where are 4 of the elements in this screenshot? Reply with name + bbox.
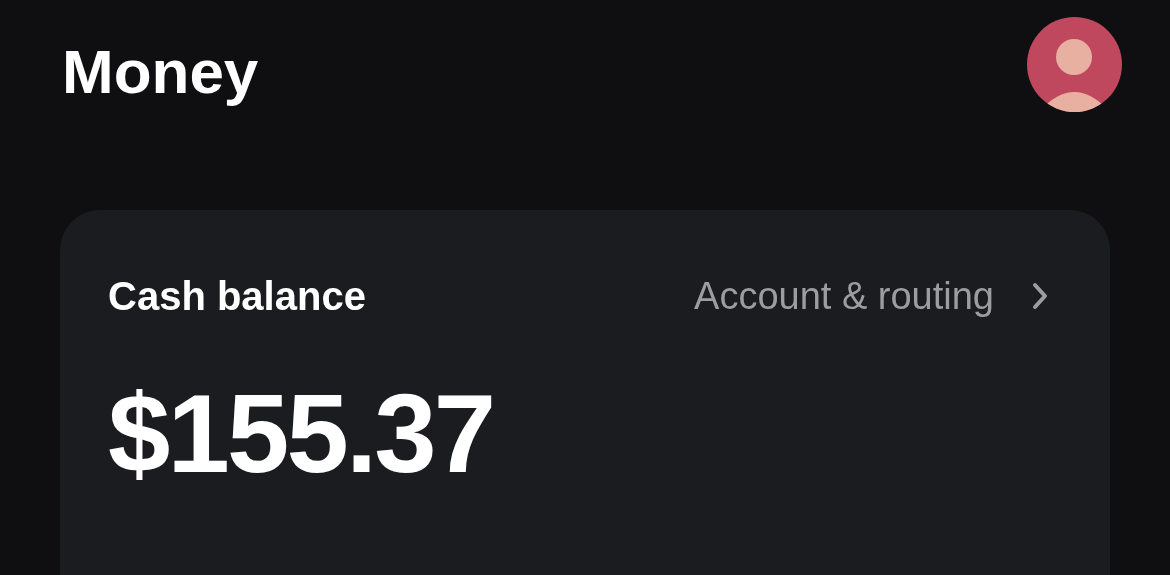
- balance-amount: $155.37: [108, 378, 495, 490]
- balance-label: Cash balance: [108, 276, 366, 316]
- chevron-right-icon: [1032, 282, 1048, 310]
- account-routing-link[interactable]: Account & routing: [694, 277, 1048, 315]
